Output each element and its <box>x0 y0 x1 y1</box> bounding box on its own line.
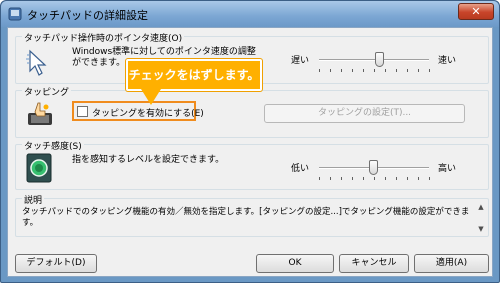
explanation-group: 説明 タッチパッドでのタッピング機能の有効／無効を指定します。[タッピングの設定… <box>15 193 489 237</box>
pointer-speed-group-label: タッチパッド操作時のポインタ速度(O) <box>22 31 185 44</box>
touch-sensitivity-description: 指を感知するレベルを設定できます。 <box>72 155 225 165</box>
slider-tick <box>319 69 320 72</box>
slider-tick <box>341 69 342 72</box>
slider-tick <box>385 69 386 72</box>
slider-tick <box>363 177 364 180</box>
tapping-group: タッピング タッピングを有効にする(E) タッピングの設定(T)... <box>15 85 489 138</box>
slider-tick <box>374 69 375 72</box>
default-button[interactable]: デフォルト(D) <box>15 254 97 273</box>
pointer-speed-description-2: ができます。 <box>72 58 126 68</box>
explanation-scrollbar[interactable]: ▲ ▼ <box>476 203 486 233</box>
slider-tick <box>407 69 408 72</box>
slider-tick <box>330 177 331 180</box>
tapping-group-label: タッピング <box>22 85 72 98</box>
title-bar: タッチパッドの詳細設定 ✕ <box>1 1 499 27</box>
slider-tick <box>352 69 353 72</box>
touch-sensitivity-group-label: タッチ感度(S) <box>22 139 84 152</box>
touch-sensitivity-slider-thumb[interactable] <box>369 160 378 175</box>
tapping-settings-button[interactable]: タッピングの設定(T)... <box>264 104 465 123</box>
slider-tick <box>352 177 353 180</box>
slider-tick <box>407 177 408 180</box>
callout-pointer <box>141 89 161 105</box>
touchpad-app-icon <box>8 7 22 21</box>
pointer-cursor-icon <box>26 49 47 76</box>
scroll-up-icon[interactable]: ▲ <box>476 203 486 211</box>
slider-tick <box>319 177 320 180</box>
explanation-group-label: 説明 <box>22 193 45 206</box>
touch-sensitivity-icon <box>26 153 52 183</box>
dialog-window: タッチパッドの詳細設定 ✕ タッチパッド操作時のポインタ速度(O) Window… <box>0 0 500 283</box>
pointer-speed-slow-label: 遅い <box>291 56 310 66</box>
ok-button[interactable]: OK <box>256 254 334 273</box>
touch-sensitivity-low-label: 低い <box>291 164 310 174</box>
explanation-text-2: す。 <box>22 218 39 228</box>
touch-sensitivity-group: タッチ感度(S) 指を感知するレベルを設定できます。 低い 高い <box>15 139 489 190</box>
tapping-enable-checkbox[interactable] <box>77 106 88 117</box>
cancel-button[interactable]: キャンセル <box>339 254 409 273</box>
slider-tick <box>418 177 419 180</box>
tapping-checkbox-highlight: タッピングを有効にする(E) <box>72 101 204 121</box>
pointer-speed-slider-thumb[interactable] <box>374 52 384 67</box>
close-button[interactable]: ✕ <box>458 3 494 20</box>
slider-tick <box>396 177 397 180</box>
scroll-down-icon[interactable]: ▼ <box>476 225 486 233</box>
explanation-text-1: タッチパッドでのタッピング機能の有効／無効を指定します。[タッピングの設定...… <box>22 207 470 217</box>
slider-tick <box>341 177 342 180</box>
pointer-speed-description-1: Windows標準に対してのポインタ速度の調整 <box>72 47 256 57</box>
slider-tick <box>374 177 375 180</box>
slider-tick <box>385 177 386 180</box>
tapping-hand-icon <box>28 102 52 125</box>
slider-tick <box>363 69 364 72</box>
slider-tick <box>429 69 430 72</box>
apply-button[interactable]: 適用(A) <box>414 254 489 273</box>
instruction-callout: チェックをはずします。 <box>126 59 262 91</box>
touch-sensitivity-high-label: 高い <box>438 164 457 174</box>
slider-tick <box>418 69 419 72</box>
window-title: タッチパッドの詳細設定 <box>27 9 148 22</box>
pointer-speed-fast-label: 速い <box>438 56 457 66</box>
slider-tick <box>396 69 397 72</box>
slider-tick <box>429 177 430 180</box>
tapping-enable-label[interactable]: タッピングを有効にする(E) <box>92 106 204 119</box>
slider-tick <box>330 69 331 72</box>
